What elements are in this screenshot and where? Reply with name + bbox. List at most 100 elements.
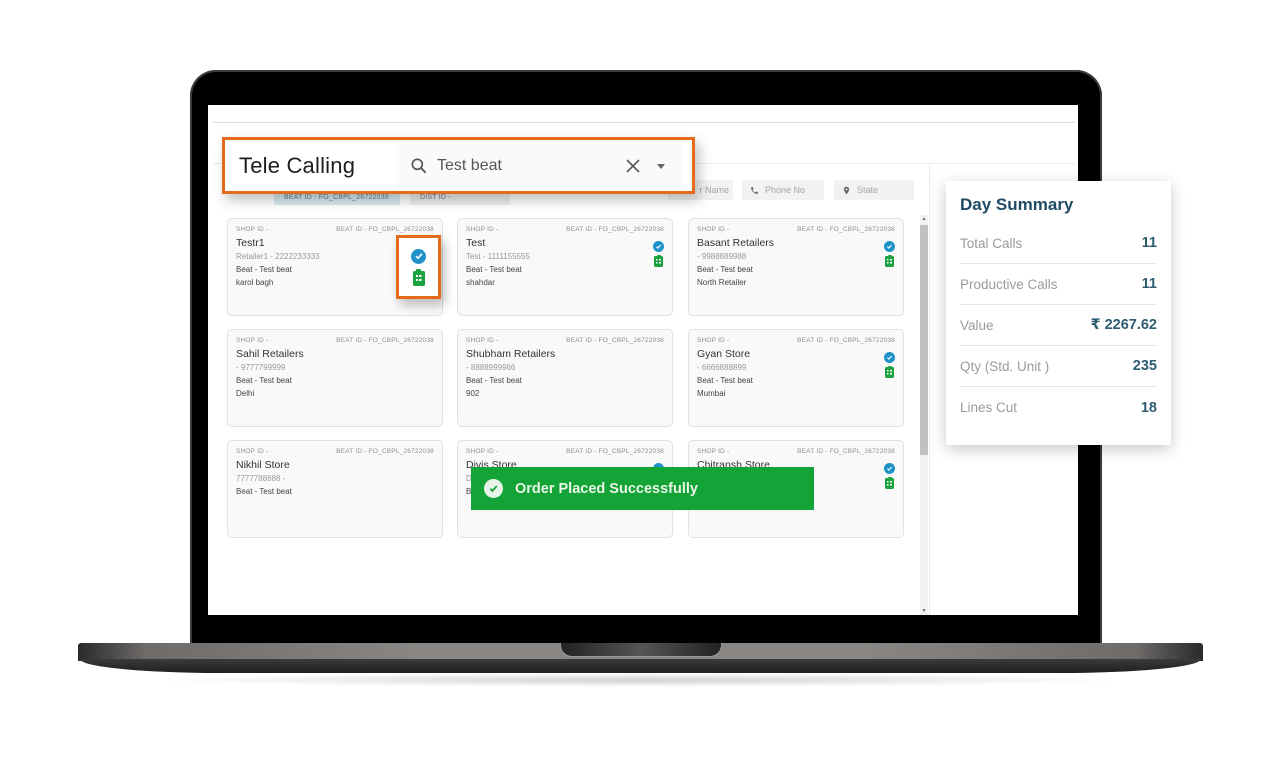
beat-id: BEAT ID - FO_CBPL_26722038 <box>566 337 664 344</box>
summary-row: Lines Cut 18 <box>960 387 1157 428</box>
dropdown-arrow-icon[interactable] <box>657 163 665 169</box>
shop-id: SHOP ID - <box>236 226 269 233</box>
summary-row: Qty (Std. Unit ) 235 <box>960 346 1157 387</box>
order-clipboard-icon[interactable] <box>654 254 663 267</box>
retailer-area: Mumbai <box>697 389 726 398</box>
laptop-base-bottom <box>80 659 1201 673</box>
title-search-callout: Tele Calling Test beat <box>222 137 695 194</box>
summary-label: Qty (Std. Unit ) <box>960 358 1050 374</box>
summary-value: ₹ 2267.62 <box>1090 317 1157 333</box>
retailer-name: Test <box>466 237 486 249</box>
day-summary-rows: Total Calls 11 Productive Calls 11 Value ₹ 22… <box>960 223 1157 428</box>
card-status-icons <box>653 241 664 267</box>
retailer-contact: - 9777799999 <box>236 363 286 372</box>
shop-id: SHOP ID - <box>697 226 730 233</box>
retailer-area: North Retailer <box>697 278 747 287</box>
success-toast: Order Placed Successfully <box>471 467 814 510</box>
retailer-contact: - 9988889988 <box>697 252 747 261</box>
retailer-beat: Beat - Test beat <box>697 376 753 385</box>
phone-icon <box>751 186 758 194</box>
shop-id: SHOP ID - <box>236 337 269 344</box>
summary-row: Total Calls 11 <box>960 223 1157 264</box>
shop-id: SHOP ID - <box>697 448 730 455</box>
scrollbar[interactable]: ▲ ▼ <box>920 215 928 615</box>
retailer-card[interactable]: SHOP ID - BEAT ID - FO_CBPL_26722038 Sahil… <box>227 329 443 427</box>
retailer-card[interactable]: SHOP ID - BEAT ID - FO_CBPL_26722038 Test T… <box>457 218 673 316</box>
card-status-icons <box>884 463 895 489</box>
day-summary-panel: Day Summary Total Calls 11 Productive Call… <box>946 181 1171 445</box>
laptop-notch <box>560 643 722 657</box>
order-clipboard-icon[interactable] <box>885 254 894 267</box>
search-value[interactable]: Test beat <box>437 157 625 175</box>
summary-value: 235 <box>1132 358 1157 374</box>
summary-label: Lines Cut <box>960 400 1018 415</box>
retailer-area: 902 <box>466 389 480 398</box>
scroll-up-arrow[interactable]: ▲ <box>920 215 928 223</box>
beat-id: BEAT ID - FO_CBPL_26722038 <box>797 448 895 455</box>
verified-check-icon <box>884 352 895 363</box>
retailer-name: Shubham Retailers <box>466 348 556 360</box>
order-clipboard-icon[interactable] <box>885 365 894 378</box>
retailer-contact: 7777788888 - <box>236 474 286 483</box>
retailer-contact: - 8888999966 <box>466 363 516 372</box>
shop-id: SHOP ID - <box>697 337 730 344</box>
card-status-icons <box>884 352 895 378</box>
divider <box>929 163 930 615</box>
scroll-down-arrow[interactable]: ▼ <box>920 607 928 615</box>
retailer-card[interactable]: SHOP ID - BEAT ID - FO_CBPL_26722038 Shubh… <box>457 329 673 427</box>
phone-no-filter[interactable]: Phone No <box>742 180 824 200</box>
card-status-icons <box>884 241 895 267</box>
verified-check-icon <box>653 241 664 252</box>
order-clipboard-icon[interactable] <box>412 268 425 286</box>
summary-label: Total Calls <box>960 235 1023 251</box>
beat-id: BEAT ID - FO_CBPL_26722038 <box>797 337 895 344</box>
retailer-card[interactable]: SHOP ID - BEAT ID - FO_CBPL_26722038 Basan… <box>688 218 904 316</box>
summary-label: Productive Calls <box>960 276 1058 292</box>
beat-id: BEAT ID - FO_CBPL_26722038 <box>336 448 434 455</box>
search-icon <box>411 158 427 174</box>
beat-id: BEAT ID - FO_CBPL_26722038 <box>336 337 434 344</box>
retailer-contact: Test - 1111155555 <box>466 252 530 261</box>
page-title: Tele Calling <box>239 152 356 178</box>
shop-id: SHOP ID - <box>466 448 499 455</box>
summary-value: 18 <box>1140 399 1157 416</box>
retailer-contact: - 6666888899 <box>697 363 747 372</box>
retailer-name: Gyan Store <box>697 348 751 360</box>
shop-id: SHOP ID - <box>466 337 499 344</box>
beat-id: BEAT ID - FO_CBPL_26722038 <box>566 448 664 455</box>
retailer-area: shahdar <box>466 278 495 287</box>
retailer-card[interactable]: SHOP ID - BEAT ID - FO_CBPL_26722038 Nikhi… <box>227 440 443 538</box>
scroll-thumb[interactable] <box>920 225 928 455</box>
laptop-shadow <box>150 673 1130 687</box>
summary-row: Value ₹ 2267.62 <box>960 305 1157 346</box>
retailer-name: Sahil Retailers <box>236 348 304 360</box>
success-check-icon <box>484 479 503 498</box>
clear-icon[interactable] <box>625 158 641 174</box>
retailer-name: Basant Retailers <box>697 237 775 249</box>
summary-value: 11 <box>1141 276 1157 292</box>
retailer-card[interactable]: SHOP ID - BEAT ID - FO_CBPL_26722038 Gyan … <box>688 329 904 427</box>
retailer-area: Delhi <box>236 389 255 398</box>
state-filter[interactable]: State <box>834 180 914 200</box>
phone-no-placeholder: Phone No <box>765 185 806 195</box>
retailer-name-placeholder: r Name <box>699 185 729 195</box>
shop-id: SHOP ID - <box>236 448 269 455</box>
toast-message: Order Placed Successfully <box>515 480 698 497</box>
verified-check-icon <box>884 241 895 252</box>
summary-row: Productive Calls 11 <box>960 264 1157 305</box>
location-pin-icon <box>843 186 850 194</box>
retailer-beat: Beat - Test beat <box>466 376 522 385</box>
retailer-beat: Beat - Test beat <box>236 376 292 385</box>
state-placeholder: State <box>857 185 879 195</box>
beat-id: BEAT ID - FO_CBPL_26722038 <box>566 226 664 233</box>
order-status-icons-callout <box>396 235 441 299</box>
beat-id: BEAT ID - FO_CBPL_26722038 <box>797 226 895 233</box>
summary-value: 11 <box>1141 235 1157 251</box>
day-summary-title: Day Summary <box>960 195 1074 214</box>
beat-search-select[interactable]: Test beat <box>396 144 681 188</box>
order-clipboard-icon[interactable] <box>885 476 894 489</box>
retailer-name: Nikhil Store <box>236 459 290 471</box>
shop-id: SHOP ID - <box>466 226 499 233</box>
verified-check-icon <box>884 463 895 474</box>
retailer-beat: Beat - Test beat <box>697 265 753 274</box>
